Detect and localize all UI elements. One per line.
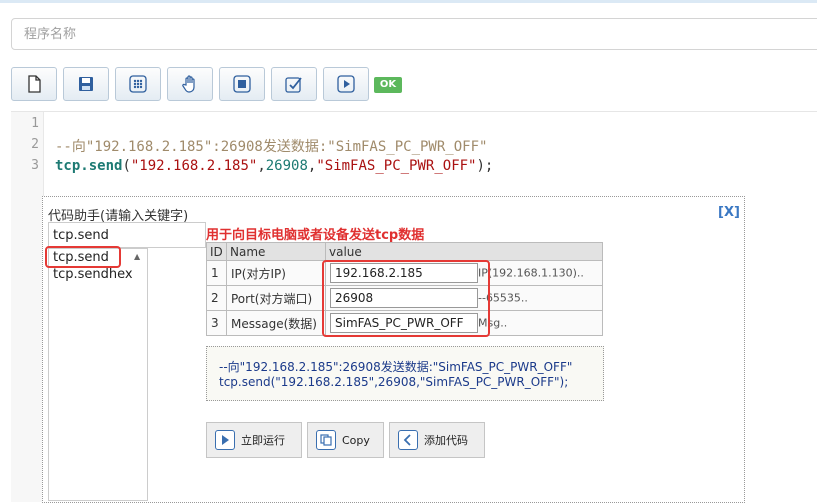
run-now-label: 立即运行 bbox=[241, 434, 285, 447]
play-icon bbox=[215, 430, 235, 450]
top-border bbox=[0, 0, 817, 3]
row-id: 3 bbox=[206, 310, 227, 336]
run-now-button[interactable]: 立即运行 bbox=[206, 422, 302, 458]
new-file-button[interactable] bbox=[11, 67, 57, 101]
code-line-2: --向"192.168.2.185":26908发送数据:"SimFAS_PC_… bbox=[55, 139, 488, 155]
code-string: "SimFAS_PC_PWR_OFF" bbox=[316, 158, 477, 174]
code-number: 26908 bbox=[265, 158, 308, 174]
row-hint: IP(192.168.1.130).. bbox=[478, 266, 584, 280]
close-helper-button[interactable]: [X] bbox=[718, 205, 740, 220]
scroll-up-arrow-icon[interactable]: ▲ bbox=[134, 252, 140, 261]
keyword-input[interactable] bbox=[48, 222, 206, 248]
run-button[interactable] bbox=[323, 67, 369, 101]
preview-line-2: tcp.send("192.168.2.185",26908,"SimFAS_P… bbox=[219, 375, 569, 389]
check-button[interactable] bbox=[271, 67, 317, 101]
code-preview: --向"192.168.2.185":26908发送数据:"SimFAS_PC_… bbox=[206, 346, 604, 401]
hand-icon bbox=[182, 75, 195, 93]
stop-button[interactable] bbox=[219, 67, 265, 101]
check-icon bbox=[285, 77, 302, 93]
line-gutter: 1 2 3 bbox=[11, 112, 44, 502]
save-button[interactable] bbox=[63, 67, 109, 101]
stop-icon bbox=[233, 75, 251, 93]
function-description: 用于向目标电脑或者设备发送tcp数据 bbox=[206, 228, 425, 243]
save-icon bbox=[79, 77, 93, 91]
row-name: Port(对方端口) bbox=[226, 285, 326, 311]
function-list[interactable]: tcp.send tcp.sendhex bbox=[48, 248, 148, 501]
code-punct: ( bbox=[122, 158, 131, 174]
new-file-icon bbox=[28, 75, 41, 93]
ok-badge: OK bbox=[374, 77, 402, 93]
col-header-value: value bbox=[325, 242, 603, 261]
back-arrow-icon bbox=[398, 430, 418, 450]
row-id: 2 bbox=[206, 285, 227, 311]
copy-label: Copy bbox=[342, 433, 370, 447]
row-id: 1 bbox=[206, 260, 227, 286]
code-punct: , bbox=[257, 158, 266, 174]
row-name: Message(数据) bbox=[226, 310, 326, 336]
add-code-label: 添加代码 bbox=[424, 434, 468, 447]
line-number: 3 bbox=[31, 158, 39, 173]
code-object: tcp.send bbox=[55, 158, 123, 174]
code-line-3: tcp.send("192.168.2.185",26908,"SimFAS_P… bbox=[55, 158, 493, 174]
code-punct: ); bbox=[476, 158, 494, 174]
row-name: IP(对方IP) bbox=[226, 260, 326, 286]
program-name-input[interactable] bbox=[11, 18, 817, 50]
values-highlight bbox=[322, 260, 490, 337]
list-item-tcp-sendhex[interactable]: tcp.sendhex bbox=[53, 267, 133, 282]
selected-item-highlight bbox=[45, 246, 121, 268]
line-number: 1 bbox=[31, 116, 39, 131]
line-number: 2 bbox=[31, 137, 39, 152]
grid-button[interactable] bbox=[115, 67, 161, 101]
code-string: "192.168.2.185" bbox=[130, 158, 258, 174]
copy-icon bbox=[316, 430, 336, 450]
add-code-button[interactable]: 添加代码 bbox=[389, 422, 485, 458]
preview-line-1: --向"192.168.2.185":26908发送数据:"SimFAS_PC_… bbox=[219, 360, 573, 374]
hand-button[interactable] bbox=[167, 67, 213, 101]
play-icon bbox=[337, 75, 355, 93]
grid-icon bbox=[129, 75, 147, 93]
col-header-name: Name bbox=[226, 242, 326, 261]
col-header-id: ID bbox=[206, 242, 227, 261]
copy-button[interactable]: Copy bbox=[307, 422, 384, 458]
